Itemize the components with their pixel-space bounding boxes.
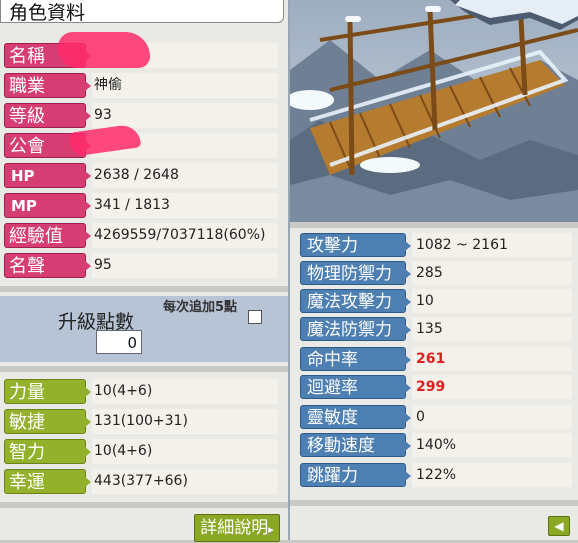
redaction-scribble-name [58,32,150,68]
info-value-hp: 2638 / 2648 [92,163,278,188]
auto-assign-checkbox[interactable] [248,310,262,324]
stat-row-dex: 敏捷 131(100+31) [4,408,278,435]
combat-label-magic-atk: 魔法攻擊力 [300,289,411,313]
combat-row-avoidability: 迴避率 299 [300,374,572,400]
info-label-hp: HP [4,163,91,188]
combat-row-jump: 跳躍力 122% [300,462,572,488]
back-button[interactable]: ◀ [548,516,570,536]
ability-points-value: 0 [96,330,142,354]
info-label-fame: 名聲 [4,253,91,278]
combat-value-magic-atk: 10 [412,289,572,313]
info-value-exp: 4269559/7037118(60%) [92,223,278,248]
stat-row-str: 力量 10(4+6) [4,378,278,405]
info-value-job: 神偷 [92,73,278,98]
combat-label-avoidability: 迴避率 [300,375,411,399]
info-value-level: 93 [92,103,278,128]
combat-row-magic-def: 魔法防禦力 135 [300,316,572,342]
combat-value-magic-def: 135 [412,317,572,341]
combat-label-weapon-def: 物理防禦力 [300,261,411,285]
window-title-bar[interactable]: 角色資料 [0,0,284,24]
info-row-guild: 公會 [4,132,278,159]
stat-row-luk: 幸運 443(377+66) [4,468,278,495]
combat-value-avoidability: 299 [412,375,572,399]
stat-label-str: 力量 [4,379,91,404]
stat-label-int: 智力 [4,439,91,464]
section-separator [0,502,288,508]
info-row-level: 等級 93 [4,102,278,129]
combat-label-hands: 靈敏度 [300,405,411,429]
info-label-exp: 經驗值 [4,223,91,248]
info-value-mp: 341 / 1813 [92,193,278,218]
combat-row-weapon-def: 物理防禦力 285 [300,260,572,286]
combat-value-weapon-def: 285 [412,261,572,285]
section-separator [290,500,578,506]
combat-label-accuracy: 命中率 [300,347,411,371]
section-separator [0,366,288,372]
combat-row-hands: 靈敏度 0 [300,404,572,430]
detail-button[interactable]: 詳細說明▸ [194,514,280,542]
stat-label-dex: 敏捷 [4,409,91,434]
combat-value-jump: 122% [412,463,572,487]
section-separator [0,286,288,292]
info-row-hp: HP 2638 / 2648 [4,162,278,189]
stat-label-luk: 幸運 [4,469,91,494]
stat-value-int: 10(4+6) [92,439,278,464]
combat-label-magic-def: 魔法防禦力 [300,317,411,341]
info-row-mp: MP 341 / 1813 [4,192,278,219]
stat-value-luk: 443(377+66) [92,469,278,494]
section-separator [290,222,578,228]
info-label-job: 職業 [4,73,91,98]
info-value-fame: 95 [92,253,278,278]
combat-label-speed: 移動速度 [300,433,411,457]
combat-row-speed: 移動速度 140% [300,432,572,458]
info-label-level: 等級 [4,103,91,128]
info-label-mp: MP [4,193,91,218]
stat-value-str: 10(4+6) [92,379,278,404]
chevron-right-icon: ▸ [268,523,274,536]
combat-value-accuracy: 261 [412,347,572,371]
info-row-job: 職業 神偷 [4,72,278,99]
arrow-left-icon: ◀ [554,519,564,533]
combat-value-speed: 140% [412,433,572,457]
info-row-exp: 經驗值 4269559/7037118(60%) [4,222,278,249]
combat-value-hands: 0 [412,405,572,429]
ability-points-box [0,296,288,362]
combat-row-accuracy: 命中率 261 [300,346,572,372]
detail-button-label: 詳細說明 [200,518,269,538]
combat-row-magic-atk: 魔法攻擊力 10 [300,288,572,314]
combat-row-attack: 攻擊力 1082 ~ 2161 [300,232,572,258]
stat-row-int: 智力 10(4+6) [4,438,278,465]
combat-label-jump: 跳躍力 [300,463,411,487]
info-row-fame: 名聲 95 [4,252,278,279]
combat-label-attack: 攻擊力 [300,233,411,257]
stat-value-dex: 131(100+31) [92,409,278,434]
combat-value-attack: 1082 ~ 2161 [412,233,572,257]
auto-assign-label: 每次追加5點 [162,300,238,315]
window-title: 角色資料 [9,2,86,24]
character-scene-image [290,0,578,222]
